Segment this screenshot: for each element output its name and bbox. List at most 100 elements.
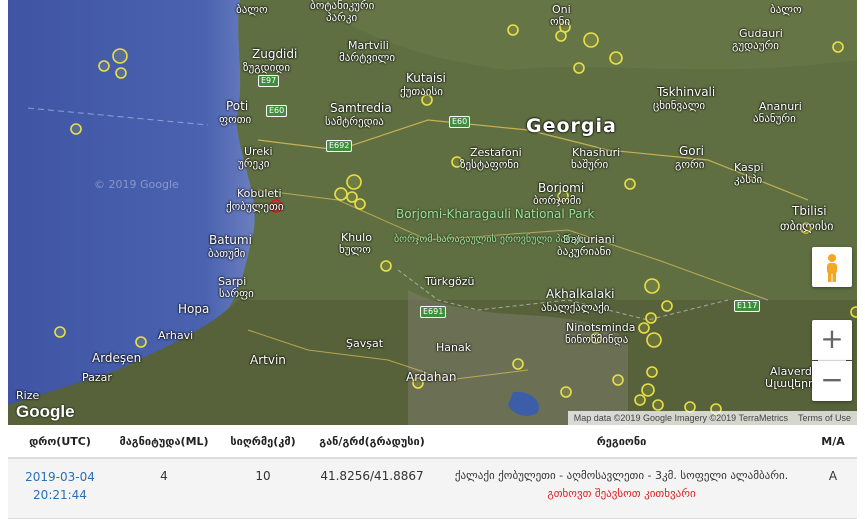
place-savsat: Şavşat (346, 337, 384, 350)
earthquake-marker[interactable] (638, 322, 650, 334)
google-logo[interactable]: Google (16, 402, 75, 422)
earthquake-marker[interactable] (644, 278, 660, 294)
place-tbilisi: Tbilisi (792, 204, 827, 218)
earthquake-marker[interactable] (612, 374, 624, 386)
place-gudauri-local: გუდაური (732, 39, 779, 52)
place-martvili-local: მარტვილი (339, 51, 396, 64)
earthquake-marker[interactable] (354, 198, 366, 210)
header-region[interactable]: რეგიონი (434, 426, 809, 459)
earthquake-marker[interactable] (573, 62, 585, 74)
earthquake-marker[interactable] (583, 32, 599, 48)
zoom-out-button[interactable]: − (812, 361, 852, 401)
earthquake-table: დრო(UTC) მაგნიტუდა(ML) სიღრმე(კმ) გან/გრ… (8, 426, 857, 519)
earthquake-marker[interactable] (646, 366, 658, 378)
region-text: ქალაქი ქობულეთი - აღმოსავლეთი - 3კმ. სოფ… (454, 469, 789, 482)
place-sarpi-local: სარფი (219, 287, 254, 300)
map-data-credit: Map data ©2019 Google Imagery ©2019 Terr… (573, 413, 788, 423)
place-rize: Rize (16, 389, 40, 402)
table-row[interactable]: 2019-03-04 20:21:44 4 10 41.8256/41.8867… (8, 458, 857, 519)
place-zestafoni-local: ზესტაფონი (460, 158, 519, 171)
place-zugdidi-local: ზუგდიდი (243, 61, 291, 74)
earthquake-marker[interactable] (661, 300, 673, 312)
earthquake-marker[interactable] (832, 41, 844, 53)
place-samtredia: Samtredia (330, 101, 392, 115)
place-borjomi-local: ბორჯომი (533, 194, 582, 207)
place-kaspi-local: კასპი (734, 173, 763, 186)
place-ananuri-local: ანანური (753, 112, 796, 125)
place-zugdidi: Zugdidi (252, 47, 298, 61)
place-kutaisi: Kutaisi (406, 71, 446, 85)
place-poti-local: ფოთი (219, 113, 252, 126)
header-time[interactable]: დრო(UTC) (8, 426, 112, 459)
road-e691: E691 (420, 306, 447, 318)
earthquake-marker[interactable] (380, 260, 392, 272)
place-batumi: Batumi (209, 233, 252, 247)
map[interactable]: ბალო ბოტანიკური პარკი ბალო Zugdidi ზუგდი… (8, 0, 857, 425)
earthquake-marker[interactable] (346, 174, 362, 190)
table-header-row: დრო(UTC) მაგნიტუდა(ML) სიღრმე(კმ) გან/გრ… (8, 426, 857, 459)
place-oni-local: ონი (550, 15, 571, 28)
terms-of-use-link[interactable]: Terms of Use (798, 413, 851, 423)
event-region: ქალაქი ქობულეთი - აღმოსავლეთი - 3კმ. სოფ… (434, 458, 809, 519)
place-arhavi: Arhavi (158, 329, 194, 342)
earthquake-marker[interactable] (624, 178, 636, 190)
road-e117: E117 (734, 300, 761, 312)
place-hanak: Hanak (436, 341, 472, 354)
place-poti: Poti (226, 99, 249, 113)
place-samtredia-local: სამტრედია (325, 115, 384, 128)
earthquake-marker[interactable] (652, 399, 664, 411)
event-depth: 10 (216, 458, 310, 519)
road-e692: E692 (326, 140, 353, 152)
earthquake-marker[interactable] (334, 187, 348, 201)
zoom-in-button[interactable]: + (812, 320, 852, 360)
place-akhalkalaki: Akhalkalaki (546, 287, 615, 301)
park-name: Borjomi-Kharagauli National Park (396, 207, 595, 221)
header-magnitude[interactable]: მაგნიტუდა(ML) (112, 426, 216, 459)
questionnaire-link[interactable]: გთხოვთ შეავსოთ კითხვარი (547, 487, 695, 500)
earthquake-marker[interactable] (646, 332, 662, 348)
header-depth[interactable]: სიღრმე(კმ) (216, 426, 310, 459)
label-top-right: ბალო (770, 3, 802, 16)
earthquake-marker[interactable] (512, 358, 524, 370)
event-datetime[interactable]: 2019-03-04 20:21:44 (8, 458, 112, 519)
road-e97: E97 (258, 75, 280, 87)
header-ma[interactable]: M/A (809, 426, 857, 459)
place-ardesen: Ardeşen (92, 351, 142, 365)
street-view-pegman[interactable] (812, 247, 852, 287)
earthquake-marker[interactable] (135, 336, 147, 348)
earthquake-marker[interactable] (850, 306, 857, 318)
event-time[interactable]: 20:21:44 (8, 486, 112, 504)
place-akhalkalaki-local: ახალქალაქი (541, 301, 610, 314)
event-magnitude: 4 (112, 458, 216, 519)
event-coords: 41.8256/41.8867 (310, 458, 434, 519)
earthquake-marker[interactable] (112, 48, 128, 64)
earthquake-marker[interactable] (609, 51, 623, 65)
earthquake-marker[interactable] (70, 123, 82, 135)
pegman-icon (827, 254, 837, 282)
place-ninotsminda-local: ნინოწმინდა (565, 333, 629, 346)
park-local: ბორჯომ-ხარაგაულის ეროვნული პარკი (394, 234, 584, 245)
header-coords[interactable]: გან/გრძ(გრადუსი) (310, 426, 434, 459)
event-date[interactable]: 2019-03-04 (8, 468, 112, 486)
place-hopa: Hopa (178, 302, 210, 316)
label-top-left: ბალო (236, 3, 268, 16)
earthquake-marker[interactable] (54, 326, 66, 338)
earthquake-marker[interactable] (560, 386, 572, 398)
map-attribution: Map data ©2019 Google Imagery ©2019 Terr… (567, 411, 857, 425)
place-tskhinvali-local: ცხინვალი (653, 99, 706, 112)
earthquake-marker[interactable] (115, 67, 127, 79)
place-pazar: Pazar (82, 371, 112, 384)
earthquake-marker[interactable] (634, 394, 646, 406)
place-khashuri-local: ხაშური (571, 158, 609, 171)
place-kutaisi-local: ქუთაისი (400, 85, 443, 98)
earthquake-marker[interactable] (645, 312, 657, 324)
place-ardahan: Ardahan (406, 370, 457, 384)
place-gori-local: გორი (675, 158, 705, 171)
earthquake-marker[interactable] (98, 60, 110, 72)
place-turkgozu: Türkgözü (425, 275, 475, 288)
place-bakuriani-local: ბაკურიანი (557, 245, 612, 258)
earthquake-marker[interactable] (507, 24, 519, 36)
place-ureki-local: ურეკი (238, 157, 270, 170)
map-watermark: © 2019 Google (94, 178, 179, 191)
earthquake-marker[interactable] (641, 383, 655, 397)
